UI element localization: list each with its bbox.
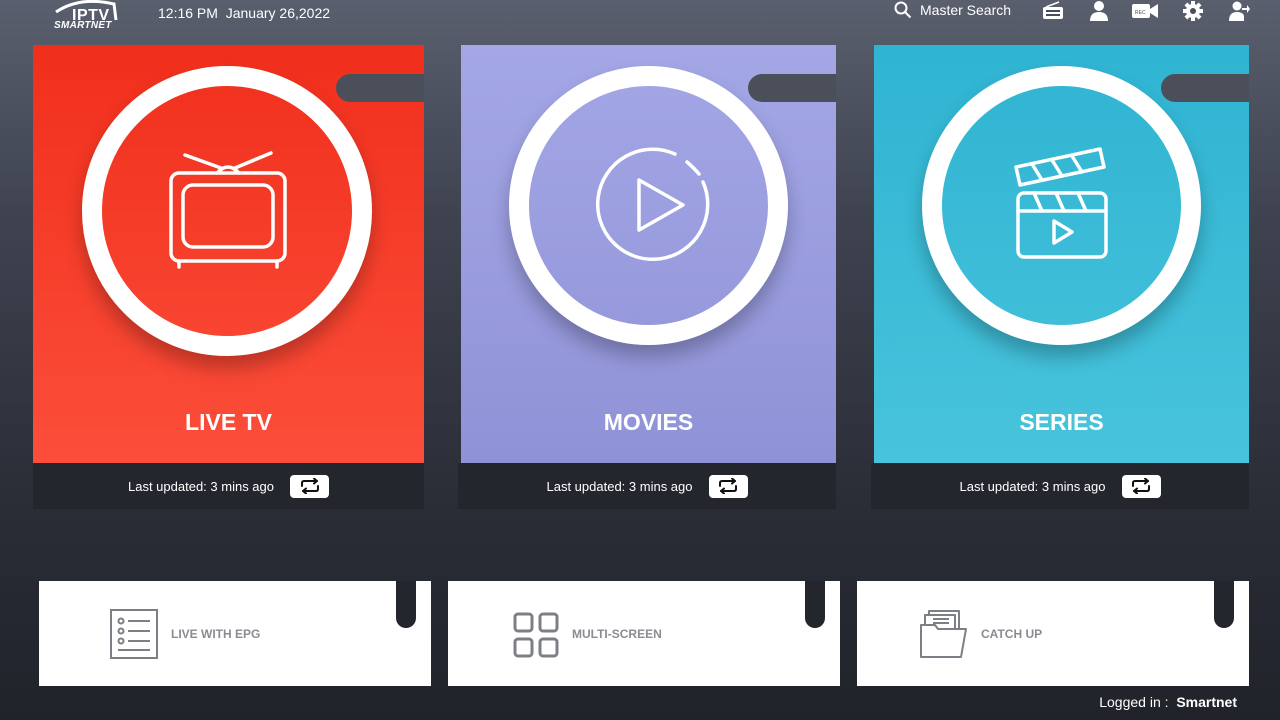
logged-in-status: Logged in : Smartnet <box>1099 694 1237 710</box>
rec-icon[interactable]: REC <box>1131 0 1159 22</box>
list-icon <box>110 609 158 659</box>
logged-in-user: Smartnet <box>1176 694 1237 710</box>
refresh-button[interactable] <box>708 474 748 498</box>
refresh-button[interactable] <box>290 474 329 498</box>
search-label: Master Search <box>920 2 1012 18</box>
card-tab <box>1161 74 1249 102</box>
live-tv-title: LIVE TV <box>185 409 272 435</box>
folder-icon <box>920 610 967 658</box>
live-tv-card[interactable]: LIVE TV Last updated: 3 mins ago <box>33 45 424 509</box>
refresh-icon <box>719 478 737 494</box>
series-title: SERIES <box>1019 409 1104 435</box>
tile-label: LIVE WITH EPG <box>171 627 261 641</box>
tile-drip <box>805 581 825 628</box>
last-updated-text: Last updated: 3 mins ago <box>959 478 1106 494</box>
series-card-face[interactable]: SERIES <box>874 45 1249 463</box>
clock-time: 12:16 PM <box>158 5 218 21</box>
movies-card[interactable]: MOVIES Last updated: 3 mins ago <box>458 45 836 509</box>
switch-user-icon[interactable] <box>1227 0 1251 22</box>
tile-drip <box>1214 581 1234 628</box>
clapper-icon <box>1014 147 1108 259</box>
logo-subtext: SMARTNET <box>54 20 112 31</box>
master-search-button[interactable]: Master Search <box>894 1 1011 19</box>
card-tab <box>336 74 424 102</box>
movies-card-face[interactable]: MOVIES <box>461 45 836 463</box>
play-icon <box>595 147 710 262</box>
datetime: 12:16 PM January 26,2022 <box>158 5 330 21</box>
tile-drip <box>396 581 416 628</box>
card-tab <box>748 74 836 102</box>
radio-icon[interactable] <box>1041 0 1065 22</box>
tile-label: MULTI-SCREEN <box>572 627 662 641</box>
last-updated-text: Last updated: 3 mins ago <box>128 478 274 494</box>
refresh-icon <box>300 478 319 494</box>
tile-label: CATCH UP <box>981 627 1043 641</box>
refresh-icon <box>1132 478 1150 494</box>
series-card[interactable]: SERIES Last updated: 3 mins ago <box>871 45 1249 509</box>
clock-date: January 26,2022 <box>225 5 331 21</box>
search-icon <box>894 1 912 19</box>
user-icon[interactable] <box>1087 0 1111 22</box>
app-logo: IPTV SMARTNET <box>50 0 122 34</box>
live-with-epg-tile[interactable]: LIVE WITH EPG <box>39 581 431 686</box>
catch-up-tile[interactable]: CATCH UP <box>857 581 1249 686</box>
movies-footer: Last updated: 3 mins ago <box>458 463 836 509</box>
live-tv-card-face[interactable]: LIVE TV <box>33 45 424 463</box>
refresh-button[interactable] <box>1121 474 1161 498</box>
last-updated-text: Last updated: 3 mins ago <box>546 478 693 494</box>
gear-icon[interactable] <box>1181 0 1205 22</box>
live-tv-footer: Last updated: 3 mins ago <box>33 463 424 509</box>
svg-text:REC: REC <box>1135 10 1146 16</box>
multi-screen-tile[interactable]: MULTI-SCREEN <box>448 581 840 686</box>
movies-title: MOVIES <box>603 409 694 435</box>
series-footer: Last updated: 3 mins ago <box>871 463 1249 509</box>
tv-icon <box>169 151 287 269</box>
logged-in-label: Logged in : <box>1099 694 1169 710</box>
grid-icon <box>513 612 559 658</box>
